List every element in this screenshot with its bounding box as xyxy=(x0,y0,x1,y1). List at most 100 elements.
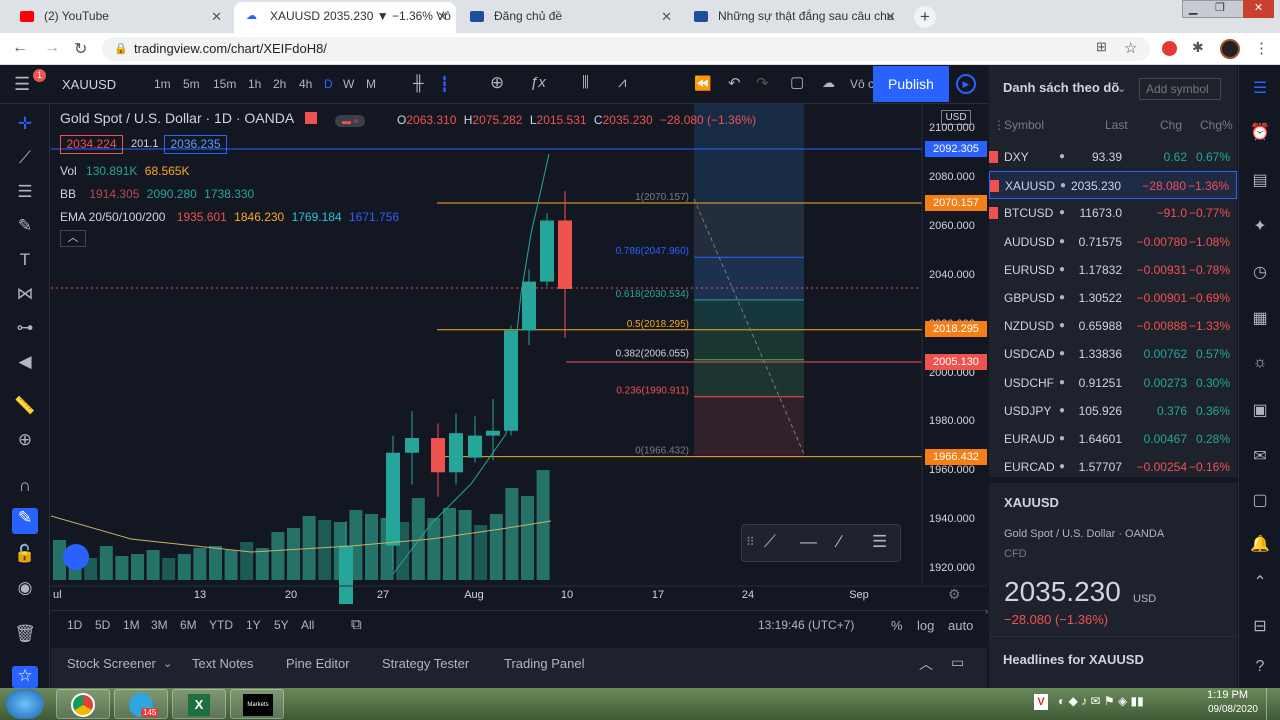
new-tab-button[interactable]: + xyxy=(914,6,936,28)
chrome-taskbar-button[interactable] xyxy=(56,689,110,719)
trend-line-tool-icon[interactable]: ⟋ xyxy=(764,532,776,552)
lock-icon[interactable]: 🔓 xyxy=(12,544,38,564)
data-window-icon[interactable]: ▤ xyxy=(1248,170,1272,194)
range-button[interactable]: 1M xyxy=(123,618,140,632)
log-toggle[interactable]: log xyxy=(917,618,934,633)
watchlist-row[interactable]: EURAUD ● 1.64601 0.00467 0.28% xyxy=(989,425,1237,453)
close-tab-icon[interactable]: ✕ xyxy=(211,2,222,31)
market-flag-icon[interactable] xyxy=(305,112,318,124)
watchlist-row[interactable]: NZDUSD ● 0.65988 −0.00888 −1.33% xyxy=(989,312,1237,340)
tab-strategy-tester[interactable]: Strategy Tester xyxy=(382,656,469,671)
alert-icon[interactable]: ⩘ xyxy=(618,74,626,91)
pattern-icon[interactable]: ⋈ xyxy=(12,284,38,304)
chevron-down-icon[interactable]: ⌄ xyxy=(1117,82,1126,95)
close-window-icon[interactable]: ✕ xyxy=(1243,0,1274,18)
interval-m[interactable]: M xyxy=(366,77,376,91)
headlines-title[interactable]: Headlines for XAUUSD xyxy=(1003,652,1144,667)
auto-toggle[interactable]: auto xyxy=(948,618,973,633)
replay-icon[interactable]: ⏪ xyxy=(694,75,711,92)
range-button[interactable]: 6M xyxy=(180,618,197,632)
extensions-puzzle-icon[interactable]: ✱ xyxy=(1192,39,1204,56)
watchlist-row[interactable]: USDCAD ● 1.33836 0.00762 0.57% xyxy=(989,340,1237,368)
range-button[interactable]: 1Y xyxy=(246,618,261,632)
calendar-icon[interactable]: ◷ xyxy=(1248,262,1272,286)
chart-pane[interactable]: 1(2070.157) 0.786(2047.960) 0.618(2030.534… xyxy=(51,104,987,604)
profile-avatar[interactable] xyxy=(1220,39,1240,59)
magnet-icon[interactable]: ∩ xyxy=(12,476,38,496)
redo-icon[interactable]: ↷ xyxy=(756,74,769,92)
interval-d[interactable]: D xyxy=(324,77,333,91)
settings-gear-icon[interactable]: ⚙ xyxy=(948,586,961,603)
crosshair-icon[interactable]: ✛ xyxy=(12,114,38,134)
flag-icon[interactable] xyxy=(989,151,998,163)
clock-time[interactable]: 13:19:46 (UTC+7) xyxy=(758,618,854,632)
visibility-toggle-icon[interactable]: ▬ ≈ xyxy=(335,115,366,127)
percent-toggle[interactable]: % xyxy=(891,618,903,633)
tray-app-icon[interactable]: V xyxy=(1034,694,1048,710)
range-button[interactable]: YTD xyxy=(209,618,233,632)
watchlist-row[interactable]: EURUSD ● 1.17832 −0.00931 −0.78% xyxy=(989,256,1237,284)
close-tab-icon[interactable]: ✕ xyxy=(437,2,448,31)
play-stream-icon[interactable]: ▶ xyxy=(956,74,976,94)
chat-bubble-icon[interactable]: ▢ xyxy=(1248,490,1272,514)
range-button[interactable]: All xyxy=(301,618,314,632)
interval-2h[interactable]: 2h xyxy=(273,77,286,91)
sell-button[interactable]: 2034.224 xyxy=(60,135,123,154)
zoom-icon[interactable]: ⊕ xyxy=(12,430,38,450)
trash-icon[interactable]: 🗑 xyxy=(12,624,38,644)
eye-icon[interactable]: ◉ xyxy=(12,578,38,598)
watchlist-row[interactable]: XAUUSD ● 2035.230 −28.080 −1.36% xyxy=(989,171,1237,200)
tray-icons[interactable]: ◐ ◆ ♪ ✉ ⚑ ◈ ▮▮ xyxy=(1058,694,1144,708)
tab-text-notes[interactable]: Text Notes xyxy=(192,656,253,671)
favorites-star-icon[interactable]: ☆ xyxy=(12,666,38,688)
compare-add-icon[interactable]: ⊕ xyxy=(490,73,504,93)
telegram-taskbar-button[interactable]: 145 xyxy=(114,689,168,719)
menu-kebab-icon[interactable]: ⋮ xyxy=(1254,39,1269,57)
back-icon[interactable]: ← xyxy=(12,39,28,57)
buy-button[interactable]: 2036.235 xyxy=(164,135,227,154)
collapse-legend-icon[interactable]: ︿ xyxy=(60,230,86,247)
watchlist-row[interactable]: BTCUSD ● 11673.0 −91.0 −0.77% xyxy=(989,199,1237,227)
close-tab-icon[interactable]: ✕ xyxy=(885,2,896,31)
url-field[interactable]: 🔒 tradingview.com/chart/XEIFdoH8/ xyxy=(102,37,1150,61)
minimize-icon[interactable]: ▁ xyxy=(1189,2,1197,15)
undo-icon[interactable]: ↶ xyxy=(728,74,741,92)
drag-handle-icon[interactable]: ⠿ xyxy=(746,535,755,549)
publish-button[interactable]: Publish xyxy=(873,66,949,102)
interval-5m[interactable]: 5m xyxy=(183,77,200,91)
reload-icon[interactable]: ↻ xyxy=(74,39,87,59)
collapse-arrow-icon[interactable]: › xyxy=(985,606,988,617)
fib-retracement-icon[interactable]: ☰ xyxy=(12,182,38,202)
arrow-back-icon[interactable]: ◀ xyxy=(12,352,38,372)
interval-15m[interactable]: 15m xyxy=(213,77,236,91)
messages-icon[interactable]: ✉ xyxy=(1248,446,1272,470)
goto-date-icon[interactable]: ⧉ xyxy=(351,616,362,633)
maximize-panel-icon[interactable]: ▭ xyxy=(951,654,964,671)
watchlist-row[interactable]: USDCHF ● 0.91251 0.00273 0.30% xyxy=(989,369,1237,397)
show-desktop-button[interactable] xyxy=(1266,688,1280,720)
chat-icon[interactable]: ▣ xyxy=(1248,400,1272,424)
start-button[interactable] xyxy=(6,689,44,719)
flag-icon[interactable] xyxy=(990,180,999,193)
expand-panel-icon[interactable]: ︿ xyxy=(919,654,933,674)
range-button[interactable]: 5Y xyxy=(274,618,289,632)
watchlist-title[interactable]: Danh sách theo dõ xyxy=(1003,80,1119,95)
hotlist-icon[interactable]: ✦ xyxy=(1248,216,1272,240)
translate-icon[interactable]: ⊞ xyxy=(1096,39,1107,55)
watchlist-row[interactable]: DXY ● 93.39 0.62 0.67% xyxy=(989,143,1237,171)
drawing-mode-icon[interactable]: ✎ xyxy=(12,508,38,534)
tab-trading-panel[interactable]: Trading Panel xyxy=(504,656,584,671)
watchlist-icon[interactable]: ☰ xyxy=(1248,78,1272,102)
flag-icon[interactable] xyxy=(989,207,998,220)
interval-w[interactable]: W xyxy=(343,77,354,91)
hamburger-menu-icon[interactable]: ☰ xyxy=(14,74,30,95)
watchlist-row[interactable]: GBPUSD ● 1.30522 −0.00901 −0.69% xyxy=(989,284,1237,312)
order-panel-icon[interactable]: ⊟ xyxy=(1248,616,1272,640)
streams-icon[interactable]: ⌃ xyxy=(1248,572,1272,596)
browser-tab[interactable]: (2) YouTube ✕ xyxy=(8,2,230,33)
close-tab-icon[interactable]: ✕ xyxy=(661,2,672,31)
symbol-search[interactable]: XAUUSD xyxy=(62,77,116,92)
indicators-fx-icon[interactable]: ƒx xyxy=(530,74,546,91)
trend-line-icon[interactable]: ⟋ xyxy=(12,148,38,168)
notifications-bell-icon[interactable]: 🔔 xyxy=(1248,534,1272,558)
